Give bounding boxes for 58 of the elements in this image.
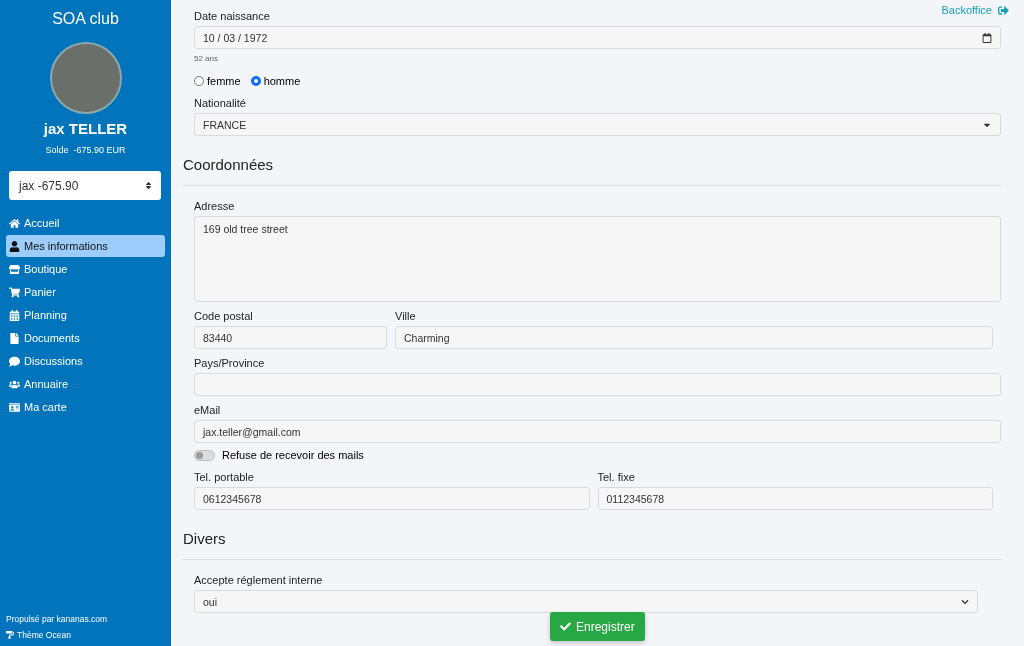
select-field[interactable]: oui	[194, 590, 978, 613]
input-field[interactable]: 83440	[194, 326, 387, 349]
check-icon	[560, 621, 571, 632]
nav-icon	[9, 263, 20, 275]
powered-by-text: Propulsé par kananas.com	[6, 614, 109, 624]
input-field[interactable]: 0612345678	[194, 487, 590, 510]
field-label: Ville	[395, 310, 417, 322]
nav-icon	[9, 217, 20, 229]
input-field[interactable]: Charming	[395, 326, 993, 349]
nav-item[interactable]: Boutique	[6, 258, 165, 280]
nav-item[interactable]: Documents	[6, 327, 165, 349]
gender-radio[interactable]: femme	[194, 75, 241, 87]
field-label: Nationalité	[194, 97, 247, 109]
chevron-icon	[961, 597, 969, 606]
select-field[interactable]: FRANCE	[194, 113, 1001, 136]
text-area[interactable]: 169 old tree street	[194, 216, 1001, 302]
input-field[interactable]: jax.teller@gmail.com	[194, 420, 1001, 443]
field-label: Accepte réglement interne	[194, 574, 324, 586]
age-hint: 52 ans	[194, 54, 220, 63]
field-label: Pays/Province	[194, 357, 266, 369]
club-title: SOA club	[51, 10, 120, 28]
field-label: eMail	[194, 404, 222, 416]
toggle-label: Refuse de recevoir des mails	[222, 449, 364, 461]
nav-icon	[9, 401, 20, 413]
field-label: Adresse	[194, 200, 236, 212]
nav-icon	[9, 309, 20, 321]
radio-dot[interactable]	[194, 76, 204, 86]
account-select[interactable]: jax -675.90	[9, 171, 161, 200]
nav-item[interactable]: Planning	[6, 304, 165, 326]
field-label: Tel. fixe	[597, 471, 636, 483]
section-heading: Coordonnées	[183, 156, 1001, 186]
nav-icon	[9, 286, 20, 298]
nav-icon	[9, 355, 20, 367]
nav-icon	[9, 240, 20, 252]
theme-link[interactable]: Thème Ocean	[6, 630, 165, 640]
logout-icon	[998, 4, 1009, 16]
nav-icon	[9, 378, 20, 390]
nav-item[interactable]: Mes informations	[6, 235, 165, 257]
paint-roller-icon	[6, 631, 14, 639]
nav-item[interactable]: Accueil	[6, 212, 165, 234]
nav-item[interactable]: Ma carte	[6, 396, 165, 418]
radio-dot[interactable]	[250, 76, 261, 86]
input-field[interactable]: 0112345678	[597, 487, 993, 510]
section-heading: Divers	[183, 530, 1001, 560]
nav-item[interactable]: Panier	[6, 281, 165, 303]
nav-item[interactable]: Discussions	[6, 350, 165, 372]
input-field[interactable]	[194, 373, 1001, 396]
input-field[interactable]: 10 / 03 / 1972	[194, 26, 1001, 49]
balance-text: Solde -675.90 EUR	[44, 145, 127, 155]
field-label: Code postal	[194, 310, 254, 322]
toggle-switch[interactable]	[194, 449, 215, 461]
nav-icon	[9, 332, 20, 344]
gender-radio[interactable]: homme	[250, 75, 301, 87]
user-name: jax TELLER	[42, 120, 129, 137]
calendar-icon[interactable]	[982, 32, 992, 43]
sort-icon	[144, 181, 153, 190]
nav-item[interactable]: Annuaire	[6, 373, 165, 395]
field-label: Tel. portable	[194, 471, 255, 483]
